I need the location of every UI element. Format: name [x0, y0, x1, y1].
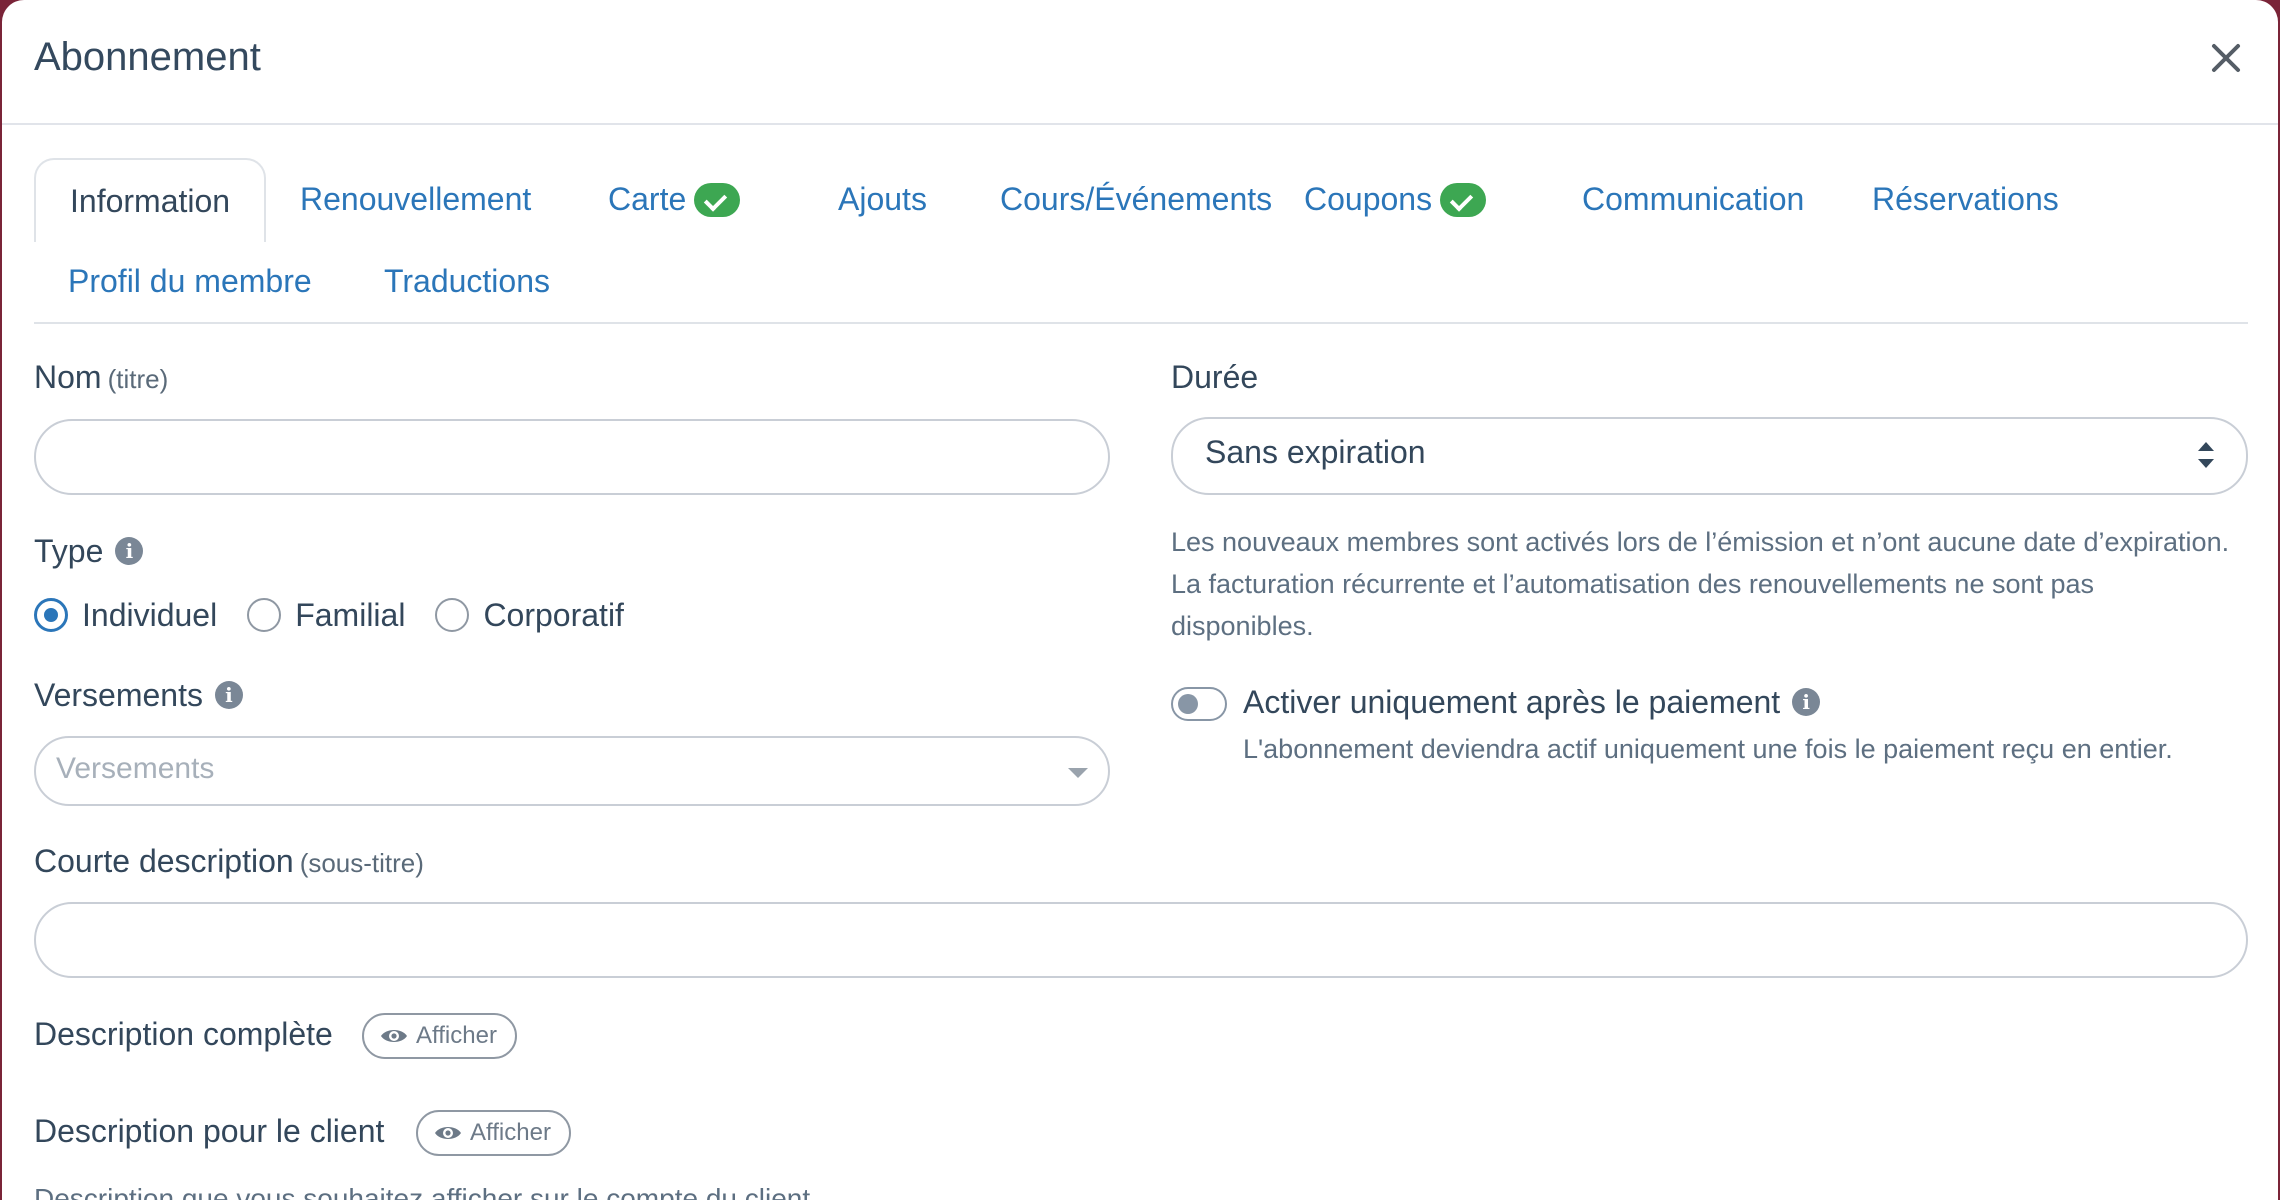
type-label: Type i	[34, 533, 144, 570]
name-label: Nom (titre)	[34, 359, 169, 395]
radio-empty-icon	[247, 598, 282, 632]
toggle-knob	[1178, 694, 1198, 714]
select-arrows-icon	[2198, 442, 2214, 468]
full-description-label: Description complète	[34, 1016, 333, 1052]
tab-renouvellement[interactable]: Renouvellement	[266, 158, 565, 240]
show-client-description-button[interactable]: Afficher	[416, 1110, 571, 1156]
chevron-down-icon	[1068, 768, 1088, 778]
duration-select[interactable]: Sans expiration	[1171, 417, 2248, 495]
eye-icon	[435, 1127, 461, 1139]
radio-corporatif[interactable]: Corporatif	[435, 597, 624, 634]
radio-empty-icon	[435, 598, 470, 632]
modal-header: Abonnement	[2, 0, 2278, 125]
radio-individuel[interactable]: Individuel	[34, 597, 217, 634]
short-description-input[interactable]	[34, 902, 2248, 978]
info-icon[interactable]: i	[214, 680, 243, 709]
tab-reservations[interactable]: Réservations	[1838, 158, 2093, 240]
tab-carte[interactable]: Carte	[574, 158, 774, 240]
tab-communication[interactable]: Communication	[1548, 158, 1838, 240]
info-icon[interactable]: i	[115, 536, 144, 565]
tab-cours-evenements[interactable]: Cours/Événements	[966, 158, 1306, 240]
activate-after-payment-toggle[interactable]	[1171, 687, 1227, 721]
modal-title: Abonnement	[34, 35, 261, 79]
tab-ajouts[interactable]: Ajouts	[804, 158, 961, 240]
duration-label: Durée	[1171, 359, 1259, 395]
check-icon	[694, 182, 741, 217]
installments-select[interactable]: Versements	[34, 736, 1110, 806]
subscription-modal: Abonnement Information Renouvellement Ca…	[2, 0, 2278, 1200]
duration-help-text: Les nouveaux membres sont activés lors d…	[1171, 527, 2230, 641]
client-description-label: Description pour le client	[34, 1113, 385, 1149]
show-full-description-button[interactable]: Afficher	[362, 1013, 517, 1059]
installments-label: Versements i	[34, 677, 243, 714]
activate-after-payment-label: Activer uniquement après le paiement i	[1243, 684, 1821, 721]
tab-traductions[interactable]: Traductions	[350, 240, 584, 322]
close-icon[interactable]	[2204, 36, 2248, 80]
tab-profil-du-membre[interactable]: Profil du membre	[34, 240, 346, 322]
radio-selected-icon	[34, 598, 68, 632]
info-icon[interactable]: i	[1792, 687, 1821, 716]
client-description-help: Description que vous souhaitez afficher …	[34, 1183, 811, 1200]
name-input[interactable]	[34, 419, 1110, 495]
tab-bar: Information Renouvellement Carte Ajouts …	[34, 158, 2248, 324]
eye-icon	[381, 1030, 407, 1042]
short-description-label: Courte description (sous-titre)	[34, 843, 424, 879]
check-icon	[1440, 182, 1487, 217]
type-radio-group: Individuel Familial Corporatif	[34, 595, 654, 635]
tab-information[interactable]: Information	[34, 158, 267, 242]
radio-familial[interactable]: Familial	[247, 597, 405, 634]
activate-after-payment-help: L'abonnement deviendra actif uniquement …	[1243, 734, 2173, 764]
tab-coupons[interactable]: Coupons	[1270, 158, 1520, 240]
